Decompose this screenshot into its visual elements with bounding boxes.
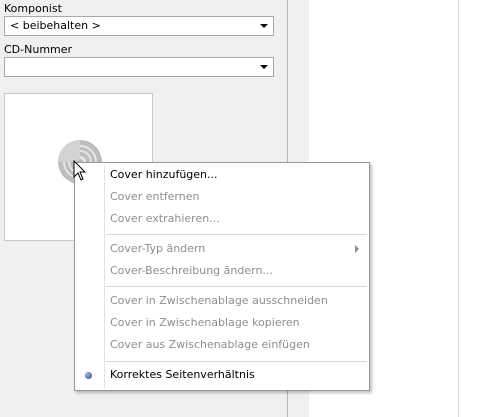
chevron-down-icon[interactable]: [260, 24, 268, 28]
menu-item-correct-aspect-ratio[interactable]: Korrektes Seitenverhältnis: [110, 368, 255, 381]
cd-number-combobox[interactable]: [4, 57, 274, 77]
menu-item-paste-cover[interactable]: Cover aus Zwischenablage einfügen: [110, 338, 310, 351]
composer-combobox[interactable]: < beibehalten >: [4, 16, 274, 36]
menu-item-add-cover[interactable]: Cover hinzufügen...: [110, 168, 218, 181]
composer-value: < beibehalten >: [10, 19, 101, 32]
menu-item-remove-cover[interactable]: Cover entfernen: [110, 190, 199, 203]
chevron-down-icon[interactable]: [260, 65, 268, 69]
composer-label: Komponist: [4, 2, 62, 15]
chevron-right-icon: [355, 245, 359, 253]
menu-item-copy-cover[interactable]: Cover in Zwischenablage kopieren: [110, 316, 300, 329]
menu-icon-gutter: [104, 165, 105, 388]
cd-number-label: CD-Nummer: [4, 43, 73, 56]
file-list-column[interactable]: [459, 0, 493, 417]
menu-separator: [106, 361, 367, 362]
menu-separator: [106, 286, 367, 287]
menu-item-cut-cover[interactable]: Cover in Zwischenablage ausschneiden: [110, 294, 328, 307]
cover-context-menu: Cover hinzufügen... Cover entfernen Cove…: [74, 162, 370, 391]
menu-item-extract-cover[interactable]: Cover extrahieren...: [110, 212, 220, 225]
menu-item-change-cover-description[interactable]: Cover-Beschreibung ändern...: [110, 264, 273, 277]
mouse-pointer-icon: [73, 160, 87, 181]
menu-separator: [106, 234, 367, 235]
menu-item-change-cover-type[interactable]: Cover-Typ ändern: [110, 242, 205, 255]
radio-checked-icon: [85, 372, 92, 379]
